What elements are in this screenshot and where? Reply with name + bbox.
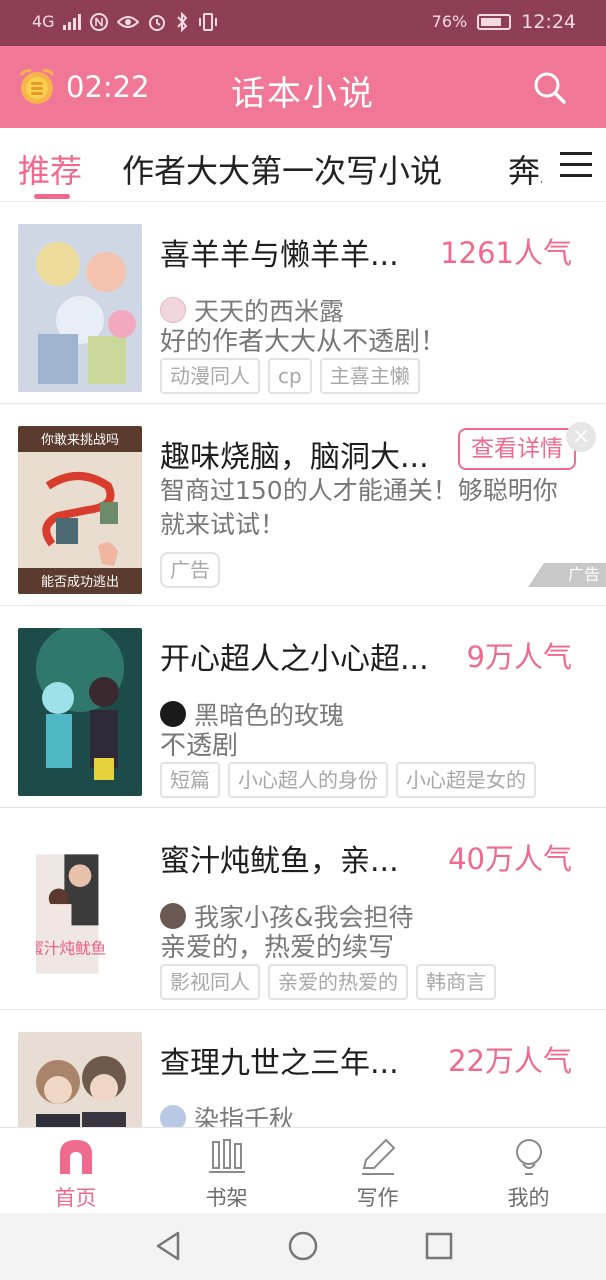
view-details-button[interactable]: 查看详情 bbox=[458, 428, 576, 470]
author-name: 染指千秋 bbox=[194, 1105, 295, 1127]
story-card[interactable]: 查理九世之三年... 22万人气 染指千秋 bbox=[0, 1010, 606, 1127]
story-description: 亲爱的，热爱的续写 bbox=[160, 933, 395, 963]
story-title: 查理九世之三年... bbox=[160, 1046, 399, 1081]
nav-label: 首页 bbox=[54, 1186, 97, 1210]
status-bar: 4G 76% 12:24 bbox=[0, 0, 606, 46]
bookshelf-icon bbox=[209, 1139, 245, 1173]
tab-recommend[interactable]: 推荐 bbox=[18, 146, 82, 192]
nav-label: 书架 bbox=[205, 1186, 248, 1210]
cover-title-text: 蜜汁炖鱿鱼 bbox=[36, 940, 106, 958]
tag-list: 动漫同人 cp 主喜主懒 bbox=[160, 358, 420, 394]
ad-badge: 广告 bbox=[528, 563, 606, 587]
story-tag[interactable]: 短篇 bbox=[160, 762, 220, 798]
tag-list: 短篇 小心超人的身份 小心超是女的 bbox=[160, 762, 536, 798]
nav-label: 写作 bbox=[356, 1186, 399, 1210]
app-title: 话本小说 bbox=[231, 74, 375, 114]
popularity-count: 22万人气 bbox=[448, 1044, 572, 1078]
vibrate-icon bbox=[198, 13, 217, 31]
ad-title: 趣味烧脑，脑洞大... bbox=[160, 440, 429, 475]
profile-icon bbox=[516, 1139, 542, 1175]
home-icon[interactable] bbox=[286, 1229, 320, 1263]
story-tag[interactable]: 小心超人的身份 bbox=[228, 762, 388, 798]
story-description: 不透剧 bbox=[160, 731, 239, 761]
status-icons-right: 76% 12:24 bbox=[432, 11, 576, 33]
author-avatar bbox=[160, 1105, 186, 1127]
status-time: 12:24 bbox=[521, 11, 576, 33]
story-tag[interactable]: 韩商言 bbox=[416, 964, 496, 1000]
bluetooth-icon bbox=[176, 12, 187, 32]
popularity-count: 1261人气 bbox=[440, 236, 572, 270]
story-cover-image[interactable]: 蜜汁炖鱿鱼 bbox=[36, 830, 124, 998]
story-card[interactable]: 蜜汁炖鱿鱼 蜜汁炖鱿鱼，亲... 40万人气 我家小孩&我会担待 亲爱的，热爱的… bbox=[0, 808, 606, 1010]
status-icons-left: 4G bbox=[32, 11, 219, 33]
ad-description: 智商过150的人才能通关！够聪明你就来试试！ bbox=[160, 476, 558, 539]
story-tag[interactable]: 主喜主懒 bbox=[319, 358, 420, 394]
nav-label: 我的 bbox=[507, 1186, 550, 1210]
story-cover-image[interactable] bbox=[18, 628, 142, 796]
story-cover-image[interactable] bbox=[18, 1032, 142, 1127]
close-ad-icon[interactable]: × bbox=[566, 422, 596, 452]
nav-home[interactable]: 首页 bbox=[0, 1128, 151, 1214]
story-tag[interactable]: 动漫同人 bbox=[160, 358, 260, 394]
story-tag[interactable]: cp bbox=[268, 358, 312, 394]
author-row: 黑暗色的玫瑰 bbox=[160, 696, 344, 732]
story-card[interactable]: 开心超人之小心超... 9万人气 黑暗色的玫瑰 不透剧 短篇 小心超人的身份 小… bbox=[0, 606, 606, 808]
story-title: 喜羊羊与懒羊羊... bbox=[160, 238, 399, 273]
signal-text: 4G bbox=[32, 12, 55, 31]
signal-icon bbox=[62, 14, 81, 30]
tab-author-first-novel[interactable]: 作者大大第一次写小说 bbox=[122, 146, 442, 192]
story-tag[interactable]: 影视同人 bbox=[160, 964, 260, 1000]
ad-cover-image[interactable]: 你敢来挑战吗 能否成功逃出 bbox=[18, 426, 142, 594]
eye-icon bbox=[116, 16, 139, 28]
nav-bookshelf[interactable]: 书架 bbox=[151, 1128, 302, 1214]
story-card[interactable]: 喜羊羊与懒羊羊... 1261人气 天天的西米露 好的作者大大从不透剧！ 动漫同… bbox=[0, 202, 606, 404]
author-name: 黑暗色的玫瑰 bbox=[194, 701, 345, 730]
story-title: 开心超人之小心超... bbox=[160, 642, 429, 677]
ad-card[interactable]: 你敢来挑战吗 能否成功逃出 趣味烧脑，脑洞大... 查看详情 × 智商过150的… bbox=[0, 404, 606, 606]
battery-icon bbox=[477, 14, 512, 30]
recents-icon[interactable] bbox=[422, 1229, 456, 1263]
author-row: 染指千秋 bbox=[160, 1100, 294, 1127]
story-tag[interactable]: 亲爱的热爱的 bbox=[268, 964, 408, 1000]
nav-profile[interactable]: 我的 bbox=[453, 1128, 604, 1214]
active-tab-indicator bbox=[34, 194, 70, 199]
pencil-icon bbox=[362, 1138, 396, 1175]
story-description: 好的作者大大从不透剧！ bbox=[160, 327, 447, 357]
alarm-status-icon bbox=[148, 15, 165, 31]
category-tabs: 推荐 作者大大第一次写小说 奔跑 bbox=[0, 128, 606, 202]
ad-cover-text-bottom: 能否成功逃出 bbox=[41, 575, 119, 590]
story-title: 蜜汁炖鱿鱼，亲... bbox=[160, 844, 399, 879]
story-list: 喜羊羊与懒羊羊... 1261人气 天天的西米露 好的作者大大从不透剧！ 动漫同… bbox=[0, 202, 606, 1127]
tag-list: 影视同人 亲爱的热爱的 韩商言 bbox=[160, 964, 496, 1000]
system-navigation-bar bbox=[0, 1213, 606, 1280]
bottom-navigation: 首页 书架 写作 我的 bbox=[0, 1127, 606, 1213]
battery-percent: 76% bbox=[431, 12, 468, 31]
story-tag[interactable]: 小心超是女的 bbox=[396, 762, 536, 798]
app-bar: 02:22 话本小说 bbox=[0, 46, 606, 128]
author-name: 天天的西米露 bbox=[194, 297, 345, 326]
popularity-count: 9万人气 bbox=[466, 640, 572, 674]
ad-chip: 广告 bbox=[160, 552, 220, 588]
author-avatar bbox=[160, 903, 186, 929]
menu-icon[interactable] bbox=[560, 152, 592, 178]
author-avatar bbox=[160, 297, 186, 323]
author-row: 天天的西米露 bbox=[160, 292, 344, 328]
search-icon[interactable] bbox=[532, 70, 568, 106]
story-cover-image[interactable] bbox=[18, 224, 142, 392]
ad-cover-text-top: 你敢来挑战吗 bbox=[41, 433, 119, 448]
home-tab-icon bbox=[60, 1140, 92, 1174]
nfc-icon bbox=[89, 13, 108, 31]
author-avatar bbox=[160, 701, 186, 727]
author-name: 我家小孩&我会担待 bbox=[194, 903, 414, 932]
popularity-count: 40万人气 bbox=[448, 842, 572, 876]
author-row: 我家小孩&我会担待 bbox=[160, 898, 414, 934]
back-icon[interactable] bbox=[152, 1229, 186, 1263]
nav-write[interactable]: 写作 bbox=[302, 1128, 453, 1214]
